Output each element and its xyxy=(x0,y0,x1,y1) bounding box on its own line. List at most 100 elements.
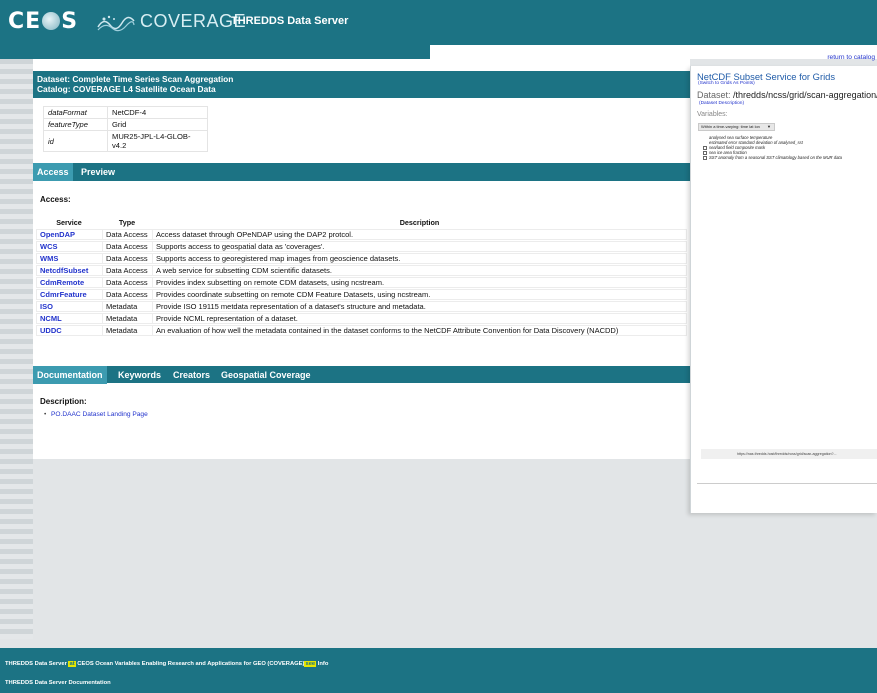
metadata-row: dataFormat NetCDF-4 xyxy=(43,106,208,119)
switch-to-points-link[interactable]: (Switch to Grids As Points) xyxy=(698,81,755,86)
service-description: Provide NCML representation of a dataset… xyxy=(152,313,687,324)
table-row: NCML Metadata Provide NCML representation … xyxy=(36,313,687,324)
footer-line-1: THREDDS Data Server at CEOS Ocean Variab… xyxy=(5,661,328,667)
service-link[interactable]: WCS xyxy=(36,241,102,252)
service-type: Data Access xyxy=(102,289,152,300)
dataset-description-link[interactable]: (Dataset Description) xyxy=(699,101,744,106)
variable-group-select-value: Within a time-varying: time lat lon xyxy=(701,124,760,129)
metadata-key: id xyxy=(43,130,108,152)
ceos-logo-text-end: S xyxy=(61,9,79,34)
service-link[interactable]: CdmRemote xyxy=(36,277,102,288)
ncss-panel: NetCDF Subset Service for Grids (Switch … xyxy=(690,66,877,513)
top-header: CE S COVERAGE THREDDS Data Server xyxy=(0,0,877,45)
variable-group-select[interactable]: Within a time-varying: time lat lon ▼ xyxy=(698,123,775,131)
table-header-row: Service Type Description xyxy=(36,217,687,228)
app-title: THREDDS Data Server xyxy=(231,15,349,27)
table-row: WCS Data Access Supports access to geospat… xyxy=(36,241,687,252)
service-link[interactable]: WMS xyxy=(36,253,102,264)
tab-access[interactable]: Access xyxy=(33,163,73,181)
dataset-header: Dataset: Complete Time Series Scan Aggre… xyxy=(33,71,690,98)
chevron-down-icon: ▼ xyxy=(767,124,771,129)
service-link[interactable]: OpenDAP xyxy=(36,229,102,240)
service-description: Provides coordinate subsetting on remote… xyxy=(152,289,687,300)
metadata-value: Grid xyxy=(107,118,208,131)
ncss-divider xyxy=(697,483,877,484)
description-heading: Description: xyxy=(40,397,87,406)
metadata-row: id MUR25-JPL-L4-GLOB-v4.2 xyxy=(43,130,208,152)
service-type: Metadata xyxy=(102,325,152,336)
column-header-service: Service xyxy=(56,218,82,227)
footer-documentation-link[interactable]: THREDDS Data Server Documentation xyxy=(5,680,111,686)
service-description: Access dataset through OPeNDAP using the… xyxy=(152,229,687,240)
table-row: ISO Metadata Provide ISO 19115 metdata rep… xyxy=(36,301,687,312)
service-link[interactable]: ISO xyxy=(36,301,102,312)
service-type: Metadata xyxy=(102,313,152,324)
footer-tds-link[interactable]: THREDDS Data Server xyxy=(5,661,67,667)
header-band-white xyxy=(430,45,877,59)
access-heading: Access: xyxy=(40,195,71,204)
service-link[interactable]: CdmrFeature xyxy=(36,289,102,300)
service-description: Provides index subsetting on remote CDM … xyxy=(152,277,687,288)
metadata-row: featureType Grid xyxy=(43,118,208,131)
table-row: CdmRemote Data Access Provides index subse… xyxy=(36,277,687,288)
footer-see: see xyxy=(304,661,317,667)
variable-list: analysed sea surface temperature estimate… xyxy=(703,135,842,160)
service-type: Data Access xyxy=(102,265,152,276)
service-description: An evaluation of how well the metadata c… xyxy=(152,325,687,336)
header-band xyxy=(0,45,430,59)
table-row: WMS Data Access Supports access to georegi… xyxy=(36,253,687,264)
service-type: Data Access xyxy=(102,253,152,264)
variable-label: SST anomaly from a seasonal SST climatol… xyxy=(709,155,842,160)
table-row: UDDC Metadata An evaluation of how well th… xyxy=(36,325,687,336)
footer: THREDDS Data Server at CEOS Ocean Variab… xyxy=(0,648,877,693)
table-row: OpenDAP Data Access Access dataset through… xyxy=(36,229,687,240)
globe-icon xyxy=(42,12,61,30)
footer-at: at xyxy=(68,661,76,667)
service-link[interactable]: NetcdfSubset xyxy=(36,265,102,276)
checkbox-icon[interactable] xyxy=(703,150,707,155)
tab-keywords[interactable]: Keywords xyxy=(114,366,165,384)
service-description: Supports access to georegistered map ima… xyxy=(152,253,687,264)
table-row: NetcdfSubset Data Access A web service for… xyxy=(36,265,687,276)
metadata-key: featureType xyxy=(43,118,108,131)
catalog-title: Catalog: COVERAGE L4 Satellite Ocean Dat… xyxy=(37,84,216,94)
dataset-metadata-table: dataFormat NetCDF-4 featureType Grid id … xyxy=(43,106,208,152)
service-description: Provide ISO 19115 metdata representation… xyxy=(152,301,687,312)
variable-item[interactable]: SST anomaly from a seasonal SST climatol… xyxy=(703,155,842,160)
podaac-landing-page-link[interactable]: PO.DAAC Dataset Landing Page xyxy=(44,411,148,418)
tab-documentation[interactable]: Documentation xyxy=(33,366,107,384)
service-type: Data Access xyxy=(102,229,152,240)
ncss-request-url: https://nas.thredds.host/thredds/ncss/gr… xyxy=(701,449,877,459)
ceos-logo-text-start: CE xyxy=(8,9,42,34)
footer-info-link[interactable]: Info xyxy=(318,661,329,667)
tab-creators[interactable]: Creators xyxy=(169,366,214,384)
metadata-value: MUR25-JPL-L4-GLOB-v4.2 xyxy=(107,130,208,152)
service-link[interactable]: UDDC xyxy=(36,325,102,336)
metadata-key: dataFormat xyxy=(43,106,108,119)
checkbox-icon[interactable] xyxy=(703,155,707,160)
tab-geospatial-coverage[interactable]: Geospatial Coverage xyxy=(217,366,315,384)
footer-coverage-link[interactable]: CEOS Ocean Variables Enabling Research a… xyxy=(77,661,304,667)
coverage-wave-icon xyxy=(97,15,135,32)
service-type: Data Access xyxy=(102,277,152,288)
ceos-logo[interactable]: CE S xyxy=(8,9,78,34)
column-header-description: Description xyxy=(399,218,440,227)
service-description: A web service for subsetting CDM scienti… xyxy=(152,265,687,276)
ncss-dataset-path: /thredds/ncss/grid/scan-aggregation/ xyxy=(733,90,877,100)
background-stripes xyxy=(0,59,33,639)
service-type: Data Access xyxy=(102,241,152,252)
service-link[interactable]: NCML xyxy=(36,313,102,324)
dataset-title: Dataset: Complete Time Series Scan Aggre… xyxy=(37,74,234,84)
ncss-dataset: Dataset: /thredds/ncss/grid/scan-aggrega… xyxy=(697,90,877,100)
checkbox-icon[interactable] xyxy=(703,145,707,150)
service-description: Supports access to geospatial data as 'c… xyxy=(152,241,687,252)
return-to-catalog-link[interactable]: return to catalog xyxy=(827,54,877,61)
metadata-value: NetCDF-4 xyxy=(107,106,208,119)
ncss-dataset-label: Dataset: xyxy=(697,90,731,100)
column-header-type: Type xyxy=(118,218,136,227)
service-type: Metadata xyxy=(102,301,152,312)
tab-preview[interactable]: Preview xyxy=(77,163,119,181)
table-row: CdmrFeature Data Access Provides coordinat… xyxy=(36,289,687,300)
variables-label: Variables: xyxy=(697,111,728,118)
services-table: Service Type Description OpenDAP Data Acc… xyxy=(36,216,687,337)
